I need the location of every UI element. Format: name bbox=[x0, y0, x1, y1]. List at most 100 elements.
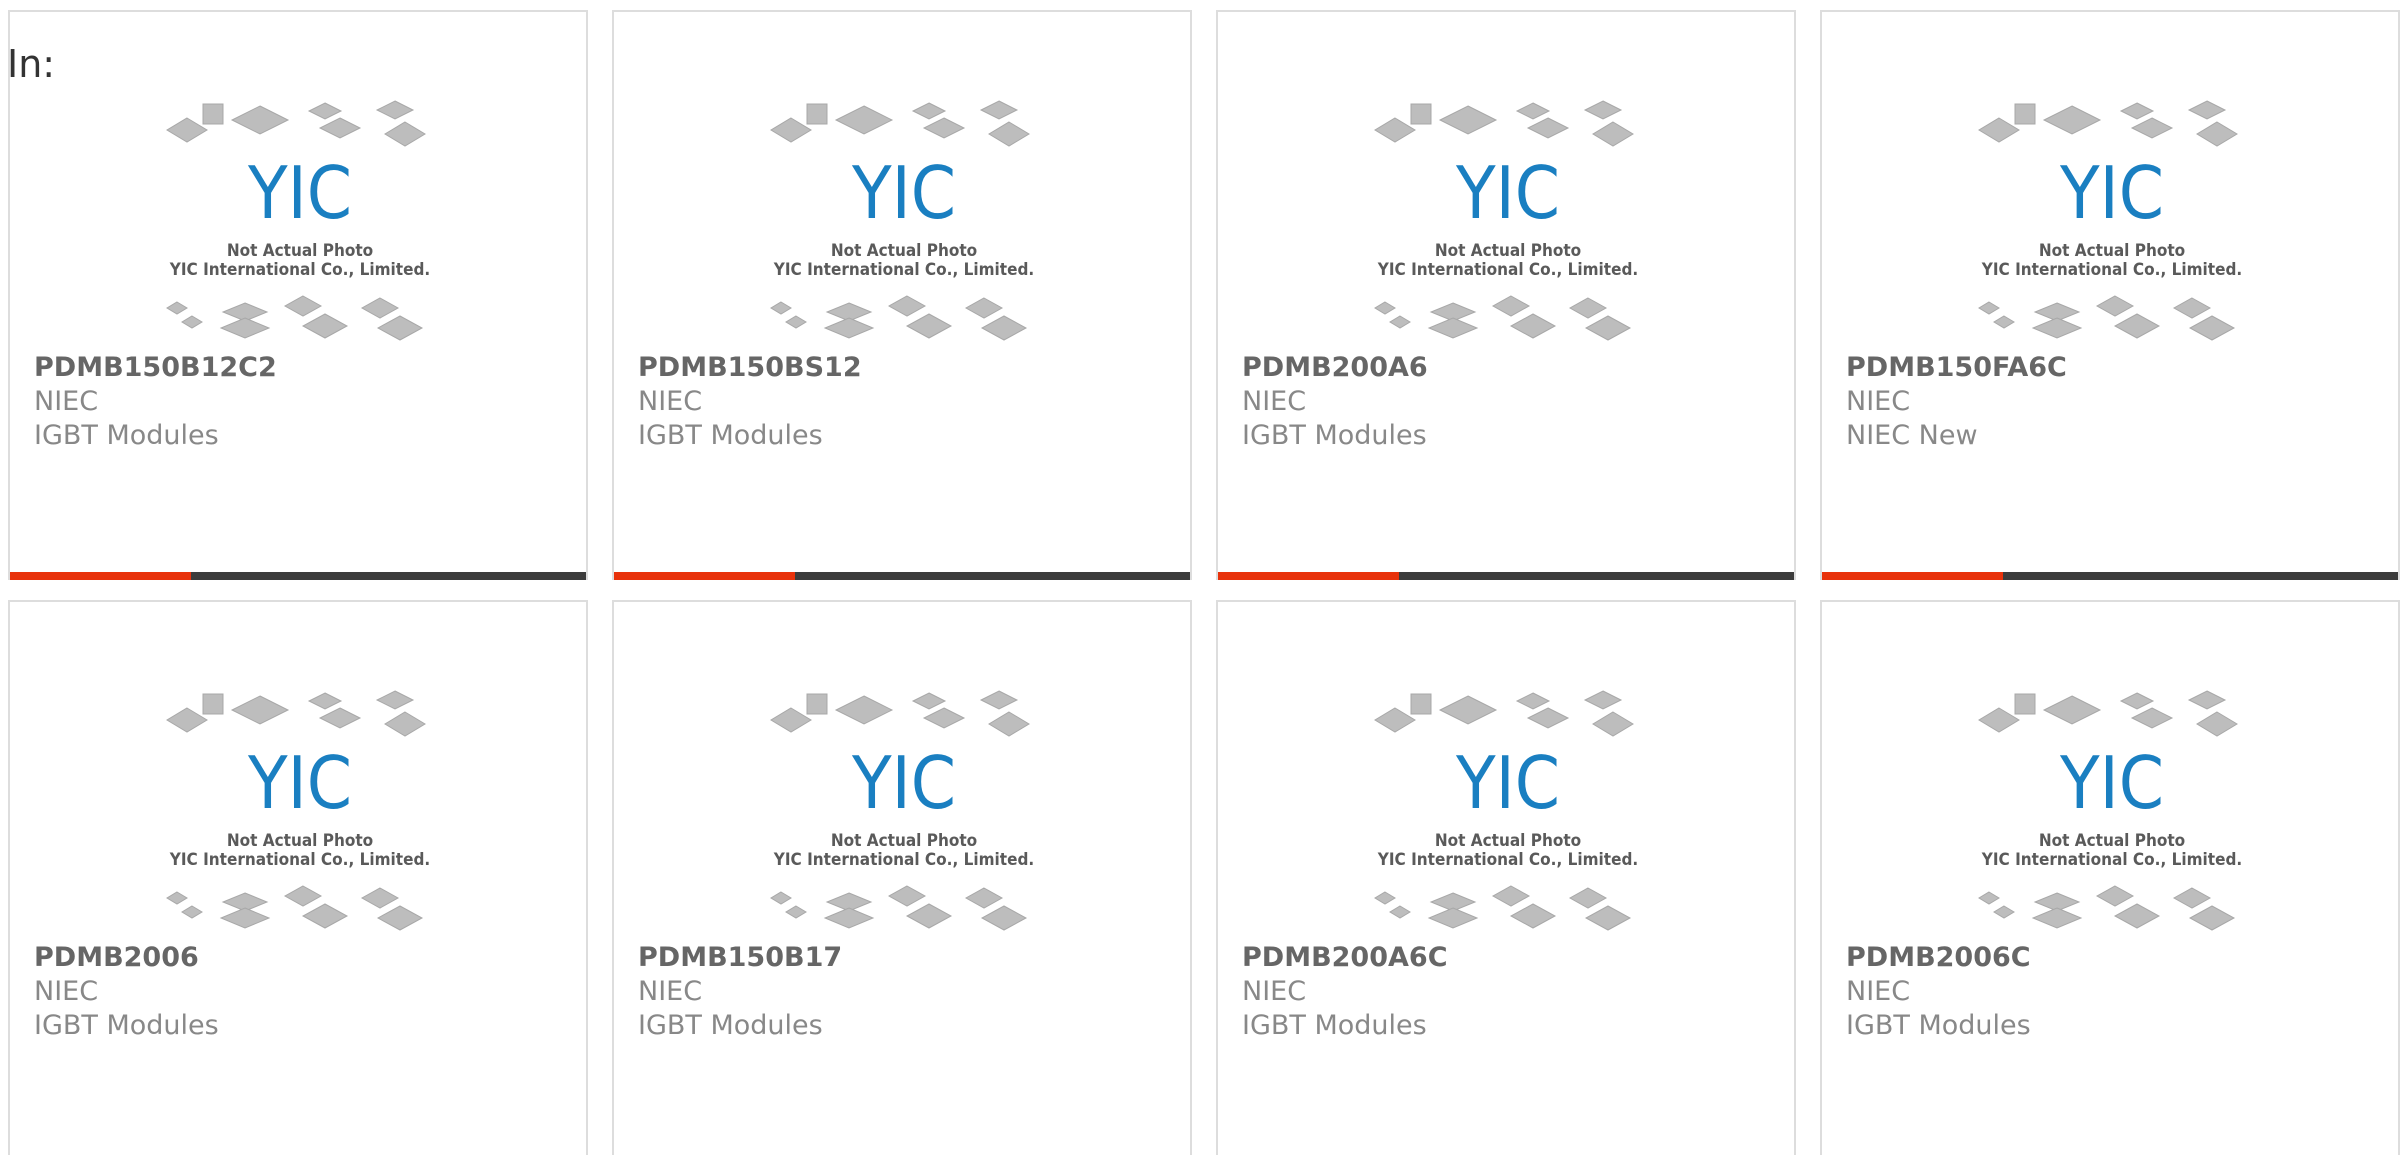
chip-shape bbox=[806, 693, 828, 715]
category: IGBT Modules bbox=[34, 1010, 219, 1041]
part-number-link[interactable]: PDMB200A6C bbox=[1242, 940, 1448, 976]
chip-shape bbox=[806, 103, 828, 125]
chip-shape bbox=[318, 707, 362, 729]
chip-shape bbox=[2119, 692, 2155, 710]
placeholder-caption: Not Actual Photo bbox=[2039, 831, 2185, 851]
manufacturer: NIEC bbox=[1846, 976, 1911, 1007]
chip-shape bbox=[202, 103, 224, 125]
product-card[interactable]: YIC Not Actual Photo YIC International Co.… bbox=[8, 600, 588, 1155]
chip-shape bbox=[1509, 313, 1557, 339]
product-grid: YIC Not Actual Photo YIC International Co.… bbox=[8, 10, 2400, 1155]
chip-shape bbox=[1410, 693, 1432, 715]
product-photo-placeholder[interactable]: YIC Not Actual Photo YIC International Co.… bbox=[165, 100, 435, 346]
placeholder-image: YIC Not Actual PhotoYIC International Co.… bbox=[1978, 100, 2242, 341]
chip-shape bbox=[1374, 117, 1416, 143]
chip-shape bbox=[384, 121, 426, 147]
chip-shape bbox=[964, 297, 1004, 319]
manufacturer: NIEC bbox=[1242, 976, 1307, 1007]
product-card[interactable]: YIC Not Actual Photo YIC International Co.… bbox=[612, 600, 1192, 1155]
card-accent-bar bbox=[614, 572, 795, 580]
chip-shape bbox=[1583, 690, 1623, 710]
product-photo-placeholder[interactable]: YIC Not Actual Photo YIC International Co.… bbox=[165, 690, 435, 936]
chip-shape bbox=[1993, 315, 2015, 329]
chip-shape bbox=[834, 105, 894, 135]
chip-shape bbox=[2095, 885, 2135, 907]
part-number-link[interactable]: PDMB2006C bbox=[1846, 940, 2031, 976]
chip-shape bbox=[770, 707, 812, 733]
chip-shape bbox=[1584, 315, 1632, 341]
product-photo-placeholder[interactable]: YIC Not Actual Photo YIC International Co.… bbox=[1977, 690, 2247, 936]
manufacturer: NIEC bbox=[1242, 386, 1307, 417]
category: IGBT Modules bbox=[1242, 420, 1427, 451]
placeholder-caption: Not Actual Photo bbox=[227, 831, 373, 851]
chip-shape bbox=[1389, 315, 1411, 329]
card-bottom-bar bbox=[614, 572, 1190, 580]
product-photo-placeholder[interactable]: YIC Not Actual Photo YIC International Co.… bbox=[1373, 690, 1643, 936]
chip-shape bbox=[964, 887, 1004, 909]
chip-shape bbox=[979, 100, 1019, 120]
part-number-link[interactable]: PDMB200A6 bbox=[1242, 350, 1428, 386]
placeholder-caption: YIC International Co., Limited. bbox=[773, 850, 1034, 870]
logo-text: YIC bbox=[851, 741, 956, 825]
chip-shape bbox=[360, 297, 400, 319]
filter-label: In: bbox=[7, 42, 56, 86]
chip-shape bbox=[922, 707, 966, 729]
chip-shape bbox=[2113, 313, 2161, 339]
product-card[interactable]: YIC Not Actual Photo YIC International Co.… bbox=[8, 10, 588, 580]
product-photo-placeholder[interactable]: YIC Not Actual Photo YIC International Co.… bbox=[1977, 100, 2247, 346]
chip-shape bbox=[384, 711, 426, 737]
chip-shape bbox=[785, 905, 807, 919]
chip-shape bbox=[2196, 121, 2238, 147]
part-number-link[interactable]: PDMB150FA6C bbox=[1846, 350, 2067, 386]
chip-shape bbox=[2113, 903, 2161, 929]
product-card[interactable]: YIC Not Actual Photo YIC International Co.… bbox=[1820, 600, 2400, 1155]
chip-shape bbox=[2172, 887, 2212, 909]
chip-shape bbox=[230, 695, 290, 725]
chip-shape bbox=[1526, 707, 1570, 729]
card-accent-bar bbox=[1822, 572, 2003, 580]
part-number-link[interactable]: PDMB2006 bbox=[34, 940, 199, 976]
chip-shape bbox=[375, 100, 415, 120]
part-number-link[interactable]: PDMB150B17 bbox=[638, 940, 842, 976]
product-photo-placeholder[interactable]: YIC Not Actual Photo YIC International Co.… bbox=[769, 100, 1039, 346]
card-bottom-bar bbox=[1822, 572, 2398, 580]
card-accent-bar bbox=[1218, 572, 1399, 580]
chip-shape bbox=[283, 885, 323, 907]
logo-text: YIC bbox=[247, 151, 352, 235]
part-number-link[interactable]: PDMB150B12C2 bbox=[34, 350, 277, 386]
product-photo-placeholder[interactable]: YIC Not Actual Photo YIC International Co.… bbox=[1373, 100, 1643, 346]
logo-text: YIC bbox=[247, 741, 352, 825]
chip-shape bbox=[166, 301, 188, 315]
manufacturer: NIEC bbox=[638, 386, 703, 417]
product-photo-placeholder[interactable]: YIC Not Actual Photo YIC International Co.… bbox=[769, 690, 1039, 936]
chip-shape bbox=[2172, 297, 2212, 319]
chip-shape bbox=[219, 317, 271, 339]
chip-shape bbox=[2042, 105, 2102, 135]
chip-shape bbox=[376, 905, 424, 931]
chip-shape bbox=[166, 891, 188, 905]
chip-shape bbox=[834, 695, 894, 725]
placeholder-image: YIC Not Actual PhotoYIC International Co.… bbox=[770, 690, 1034, 931]
logo-text: YIC bbox=[1455, 151, 1560, 235]
chip-shape bbox=[1526, 117, 1570, 139]
chip-shape bbox=[1978, 117, 2020, 143]
chip-shape bbox=[219, 907, 271, 929]
logo-text: YIC bbox=[2059, 151, 2164, 235]
logo-text: YIC bbox=[851, 151, 956, 235]
chip-shape bbox=[1584, 905, 1632, 931]
part-number-link[interactable]: PDMB150BS12 bbox=[638, 350, 862, 386]
chip-shape bbox=[2130, 117, 2174, 139]
product-card[interactable]: YIC Not Actual Photo YIC International Co.… bbox=[1820, 10, 2400, 580]
chip-shape bbox=[2031, 907, 2083, 929]
chip-shape bbox=[1509, 903, 1557, 929]
chip-shape bbox=[1427, 907, 1479, 929]
chip-shape bbox=[2196, 711, 2238, 737]
chip-shape bbox=[823, 317, 875, 339]
chip-shape bbox=[905, 313, 953, 339]
product-card[interactable]: YIC Not Actual Photo YIC International Co.… bbox=[1216, 600, 1796, 1155]
category: NIEC New bbox=[1846, 420, 1978, 451]
product-card[interactable]: YIC Not Actual Photo YIC International Co.… bbox=[1216, 10, 1796, 580]
placeholder-image: YIC Not Actual PhotoYIC International Co.… bbox=[1374, 100, 1638, 341]
chip-shape bbox=[887, 885, 927, 907]
product-card[interactable]: YIC Not Actual Photo YIC International Co.… bbox=[612, 10, 1192, 580]
